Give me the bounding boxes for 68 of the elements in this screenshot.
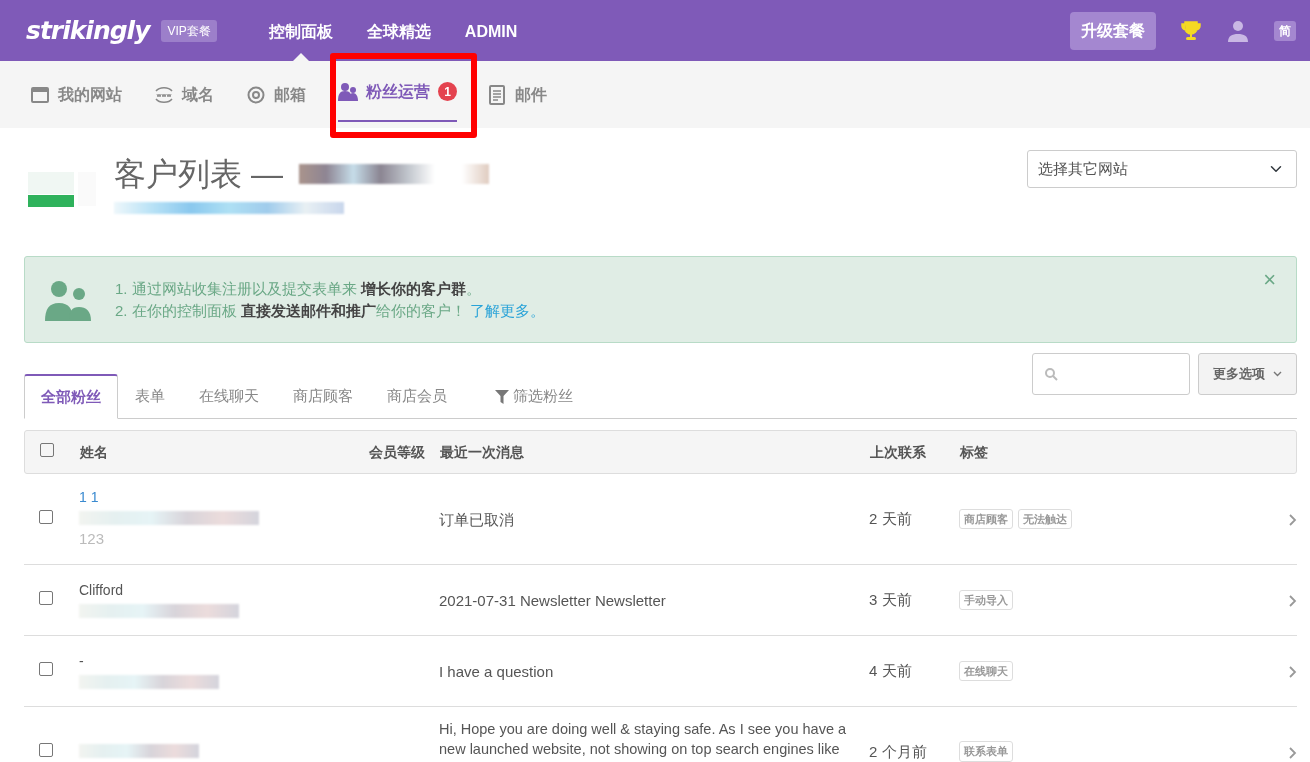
last-contact: 3 天前 [869, 589, 913, 610]
contact-name[interactable]: 1 1 [79, 487, 339, 509]
language-button[interactable]: 简 [1274, 20, 1296, 41]
contact-note: 123 [79, 529, 106, 550]
nav-link[interactable]: 控制面板 [268, 21, 333, 41]
row-checkbox[interactable] [39, 590, 53, 605]
site-select[interactable]: 选择其它网站 [1027, 150, 1297, 188]
learn-more-link[interactable]: 了解更多。 [470, 301, 546, 319]
funnel-icon [495, 389, 509, 404]
tag-label: 无法触达 [1018, 508, 1072, 530]
last-message: I have a question [439, 661, 555, 682]
contact-name[interactable]: - [79, 650, 339, 672]
select-all-checkbox[interactable] [40, 442, 54, 457]
last-message: 2021-07-31 Newsletter Newsletter [439, 590, 667, 611]
filter-tab[interactable]: 全部粉丝 [24, 374, 118, 419]
caret-icon [1273, 371, 1282, 377]
nav-link[interactable]: ADMIN [464, 21, 518, 41]
nav-tab[interactable]: 邮件 [487, 61, 547, 128]
chevron-right-icon[interactable] [1289, 665, 1297, 678]
people-icon [338, 81, 358, 102]
last-contact: 4 天前 [869, 660, 913, 681]
tag-label: 联系表单 [959, 741, 1013, 762]
search-icon [1045, 367, 1058, 381]
contact-name[interactable]: Clifford [79, 579, 339, 601]
nav-tab[interactable]: 我的网站 [30, 61, 122, 128]
more-options-button[interactable]: 更多选项 [1198, 353, 1297, 395]
www-icon [154, 84, 174, 105]
tag-label: 商店顾客 [959, 508, 1013, 530]
chevron-right-icon[interactable] [1289, 747, 1297, 760]
row-checkbox[interactable] [39, 509, 53, 524]
search-field[interactable] [1032, 353, 1190, 395]
column-header: 上次联系 [870, 442, 927, 462]
column-header: 姓名 [80, 442, 109, 462]
filter-tab[interactable]: 在线聊天 [182, 374, 276, 419]
nav-link[interactable]: 全球精选 [366, 21, 431, 41]
logo[interactable]: strikingly [26, 11, 150, 50]
nav-tab[interactable]: 邮箱 [246, 61, 306, 128]
user-icon[interactable] [1226, 18, 1250, 43]
browser-icon [30, 84, 50, 105]
last-contact: 2 天前 [869, 508, 913, 529]
row-checkbox[interactable] [39, 661, 53, 676]
chevron-right-icon[interactable] [1289, 513, 1297, 526]
close-button[interactable]: × [1263, 263, 1276, 296]
nav-tab[interactable]: 域名 [154, 61, 214, 128]
people-icon [45, 278, 91, 321]
column-header: 最近一次消息 [440, 442, 525, 462]
nav-tab[interactable]: 粉丝运营 1 [338, 61, 457, 122]
notification-badge: 1 [438, 82, 457, 101]
document-icon [487, 84, 507, 105]
alert-text: 1. 通过网站收集注册以及提交表单来 增长你的客户群。 [115, 278, 482, 299]
plan-badge: VIP套餐 [161, 19, 217, 42]
last-contact: 2 个月前 [869, 742, 928, 762]
filter-button[interactable]: 筛选粉丝 [478, 374, 590, 419]
chevron-right-icon[interactable] [1289, 594, 1297, 607]
alert-text: 2. 在你的控制面板 直接发送邮件和推广给你的客户！ 了解更多。 [115, 300, 546, 321]
trophy-icon[interactable] [1180, 19, 1202, 42]
filter-tab[interactable]: 表单 [118, 374, 182, 419]
page-title: 客户列表 — [114, 155, 283, 194]
upgrade-button[interactable]: 升级套餐 [1070, 11, 1156, 50]
filter-tab[interactable]: 商店顾客 [276, 374, 370, 419]
last-message: 订单已取消 [439, 509, 515, 530]
tag-label: 在线聊天 [959, 660, 1013, 682]
column-header: 标签 [960, 442, 989, 462]
last-message: Hi, Hope you are doing well & staying safe. As I see you have a new launched website, not showing on top search engines like [439, 720, 848, 760]
filter-tab[interactable]: 商店会员 [370, 374, 464, 419]
row-checkbox[interactable] [39, 743, 53, 757]
tag-label: 手动导入 [959, 589, 1013, 611]
column-header: 会员等级 [369, 443, 425, 460]
